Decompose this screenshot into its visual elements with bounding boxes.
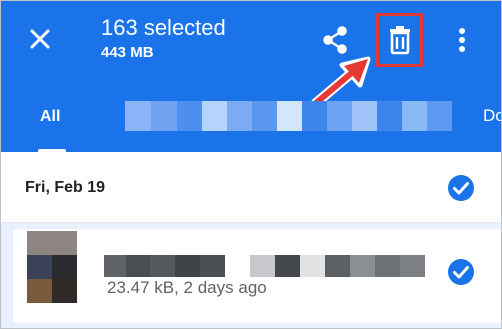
pixel-block bbox=[302, 101, 327, 131]
check-circle-icon[interactable] bbox=[447, 258, 475, 286]
pixel-block bbox=[175, 255, 200, 277]
pixel-block bbox=[202, 101, 227, 131]
pixel-block bbox=[325, 255, 350, 277]
pixel-block bbox=[151, 101, 177, 131]
check-circle-icon[interactable] bbox=[447, 174, 475, 202]
thumb-pixel bbox=[52, 255, 77, 279]
pixel-block bbox=[402, 101, 427, 131]
pixel-block bbox=[150, 255, 175, 277]
trash-icon[interactable] bbox=[387, 25, 413, 55]
selection-toolbar: 163 selected 443 MB All D bbox=[1, 1, 501, 153]
pixel-block bbox=[427, 101, 452, 131]
more-vert-icon[interactable] bbox=[455, 27, 469, 53]
thumb-pixel bbox=[27, 231, 77, 255]
app-screen: 163 selected 443 MB All D Fri, Feb 19 23… bbox=[0, 0, 502, 329]
pixel-block bbox=[400, 255, 425, 277]
pixel-block bbox=[277, 101, 302, 131]
date-section-header[interactable]: Fri, Feb 19 bbox=[1, 152, 501, 223]
thumb-pixel bbox=[27, 255, 52, 279]
thumb-pixel bbox=[27, 279, 52, 303]
pixel-block bbox=[104, 255, 126, 277]
pixel-block bbox=[377, 101, 402, 131]
pixel-block bbox=[375, 255, 400, 277]
pixel-block bbox=[327, 101, 352, 131]
pixel-block bbox=[300, 255, 325, 277]
pixel-block bbox=[252, 101, 277, 131]
pixel-block bbox=[275, 255, 300, 277]
section-date: Fri, Feb 19 bbox=[25, 179, 106, 196]
pixel-block bbox=[227, 101, 252, 131]
pixel-block bbox=[126, 255, 150, 277]
selection-count: 163 selected bbox=[101, 15, 226, 40]
pixel-block bbox=[250, 255, 275, 277]
pixel-block bbox=[177, 101, 202, 131]
thumb-pixel bbox=[52, 279, 77, 303]
pixel-block bbox=[352, 101, 377, 131]
tab-next-partial[interactable]: Do bbox=[483, 106, 501, 126]
selection-size: 443 MB bbox=[101, 44, 154, 61]
close-icon[interactable] bbox=[27, 26, 53, 52]
pixel-block bbox=[200, 255, 225, 277]
file-meta: 23.47 kB, 2 days ago bbox=[107, 278, 267, 297]
share-icon[interactable] bbox=[320, 24, 350, 56]
pixel-block bbox=[350, 255, 375, 277]
file-thumbnail bbox=[27, 231, 77, 303]
tab-all[interactable]: All bbox=[40, 108, 60, 126]
pixel-block bbox=[125, 101, 151, 131]
